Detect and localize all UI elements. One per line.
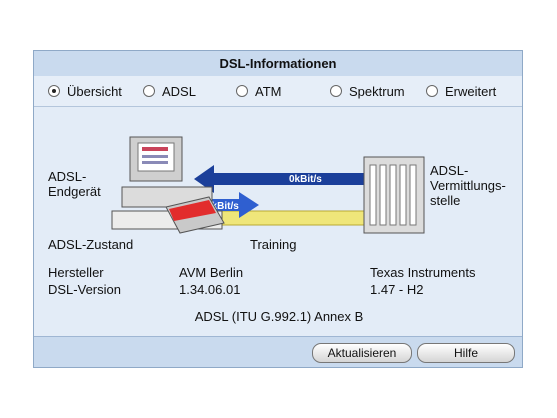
hersteller-local: AVM Berlin [179,265,244,280]
endpoint-label: ADSL- Endgerät [48,169,101,199]
tab-label: ATM [255,83,282,99]
tab-bar: Übersicht ADSL ATM Spektrum Erweitert [34,76,522,107]
exchange-label: ADSL- Vermittlungs- stelle [430,163,506,208]
hersteller-remote: Texas Instruments [370,265,476,280]
dsl-version-remote: 1.47 - H2 [370,282,424,297]
tab-adsl[interactable]: ADSL [143,76,196,106]
hersteller-label: Hersteller [48,265,104,280]
help-button[interactable]: Hilfe [417,343,515,363]
radio-icon[interactable] [330,85,342,97]
tab-spektrum[interactable]: Spektrum [330,76,405,106]
tab-label: ADSL [162,83,196,99]
tab-atm[interactable]: ATM [236,76,281,106]
dsl-version-label: DSL-Version [48,282,121,297]
downstream-arrow-icon [194,165,364,193]
panel-title: DSL-Informationen [34,51,522,77]
tab-label: Übersicht [67,83,122,99]
connection-line [208,210,370,226]
tab-uebersicht[interactable]: Übersicht [48,76,122,106]
button-bar: Aktualisieren Hilfe [34,336,522,367]
dsl-info-panel: DSL-Informationen Übersicht ADSL ATM Spe… [33,50,523,368]
dsl-version-local: 1.34.06.01 [179,282,241,297]
dsl-standard: ADSL (ITU G.992.1) Annex B [194,309,364,324]
radio-icon[interactable] [236,85,248,97]
overview-content: 0kBit/s 0kBit/s ADSL- Endgerät ADSL- Ver… [34,107,522,337]
adsl-zustand-value: Training [250,237,297,252]
tab-label: Erweitert [445,83,497,99]
adsl-zustand-label: ADSL-Zustand [48,237,134,252]
downstream-speed: 0kBit/s [289,174,322,185]
exchange-rack-icon [363,156,425,234]
refresh-button[interactable]: Aktualisieren [312,343,412,363]
radio-icon[interactable] [48,85,60,97]
radio-icon[interactable] [426,85,438,97]
radio-icon[interactable] [143,85,155,97]
tab-label: Spektrum [349,83,405,99]
tab-erweitert[interactable]: Erweitert [426,76,496,106]
